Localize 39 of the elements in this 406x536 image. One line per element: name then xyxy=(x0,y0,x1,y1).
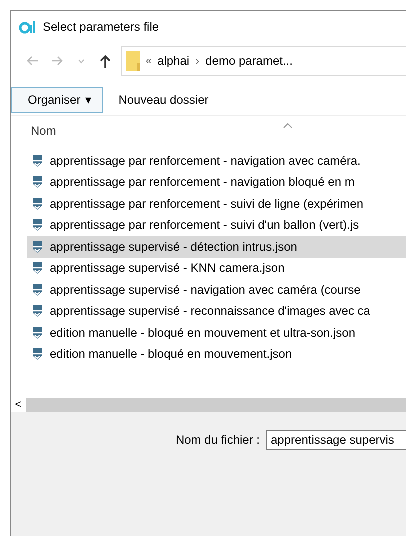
file-icon xyxy=(32,261,43,276)
file-icon xyxy=(32,240,43,254)
filename-label: Nom du fichier : xyxy=(176,433,260,447)
file-icon xyxy=(32,218,43,232)
scroll-left-button[interactable]: < xyxy=(11,399,26,411)
file-item[interactable]: apprentissage par renforcement - suivi de ligne (expérimen xyxy=(27,193,406,214)
file-item[interactable]: apprentissage supervisé - navigation avec caméra (course xyxy=(27,279,406,300)
file-item[interactable]: apprentissage supervisé - reconnaissance d'images avec ca xyxy=(27,300,406,322)
back-arrow-icon[interactable] xyxy=(27,56,39,66)
new-folder-button[interactable]: Nouveau dossier xyxy=(108,93,219,107)
file-item[interactable]: apprentissage par renforcement - navigation avec caméra. xyxy=(27,150,406,172)
file-item[interactable]: apprentissage par renforcement - suivi d'un ballon (vert).js xyxy=(27,214,406,236)
file-icon xyxy=(32,304,43,318)
breadcrumb-item[interactable]: demo paramet... xyxy=(206,54,293,68)
file-item[interactable]: edition manuelle - bloqué en mouvement et ultra-son.json xyxy=(27,322,406,344)
file-item[interactable]: apprentissage supervisé - détection intrus.json xyxy=(27,236,406,258)
file-icon xyxy=(32,347,43,362)
breadcrumb-item[interactable]: alphai xyxy=(158,54,190,68)
horizontal-scrollbar[interactable] xyxy=(26,398,406,412)
chevron-down-icon[interactable] xyxy=(78,58,84,64)
file-icon xyxy=(32,196,43,211)
file-icon xyxy=(32,175,43,190)
filename-field[interactable]: apprentissage supervis xyxy=(266,430,406,450)
overflow-chevron[interactable]: « xyxy=(146,56,152,66)
breadcrumb-separator: › xyxy=(196,54,200,68)
file-icon xyxy=(32,154,43,168)
file-icon xyxy=(32,326,43,340)
column-header[interactable]: Nom xyxy=(31,124,56,138)
file-item[interactable]: apprentissage supervisé - KNN camera.json xyxy=(27,258,406,279)
file-item[interactable]: edition manuelle - bloqué en mouvement.json xyxy=(27,344,406,365)
folder-icon xyxy=(126,51,140,71)
organize-button[interactable]: Organiser ▾ xyxy=(11,87,103,113)
file-icon xyxy=(32,282,43,297)
up-arrow-icon[interactable] xyxy=(100,54,110,68)
address-bar[interactable]: « alphai › demo paramet... xyxy=(121,46,406,76)
forward-arrow-icon[interactable] xyxy=(51,56,63,66)
app-logo-icon xyxy=(19,20,37,34)
file-item[interactable]: apprentissage par renforcement - navigation bloqué en m xyxy=(27,172,406,193)
window-title: Select parameters file xyxy=(43,20,160,34)
